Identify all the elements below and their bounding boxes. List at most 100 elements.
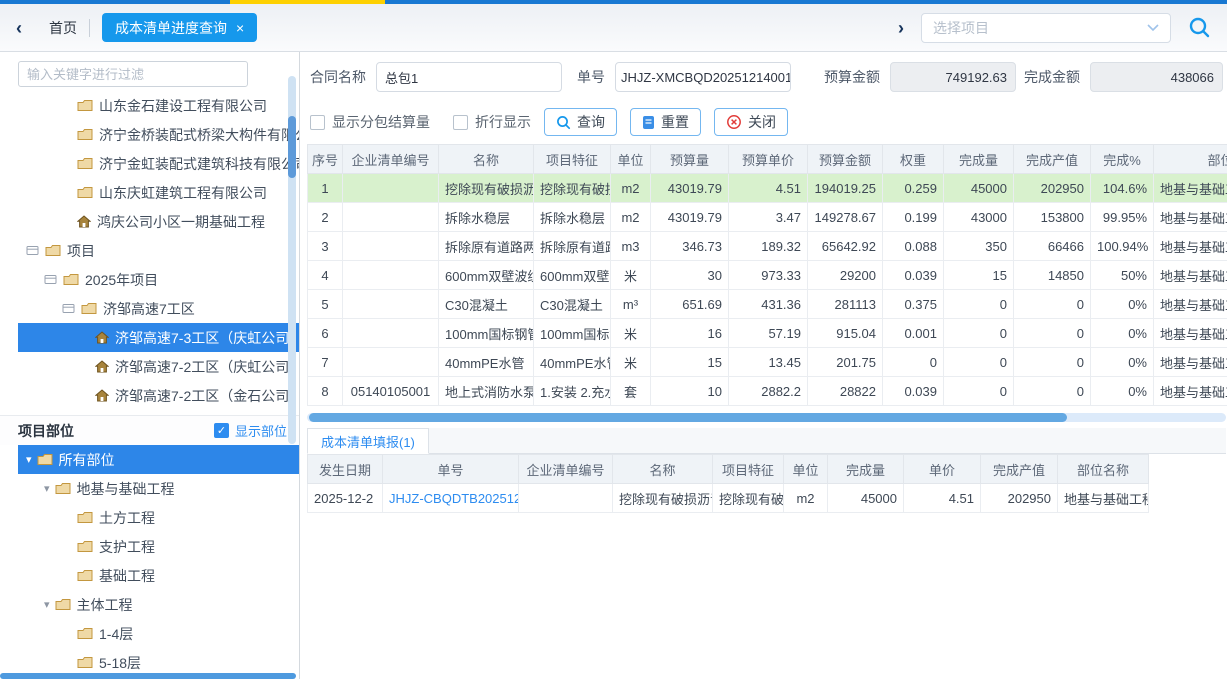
table-cell: 地基与基础工程	[1154, 261, 1227, 290]
table-cell: 0.001	[883, 319, 944, 348]
tree-item[interactable]: 济邹高速7-2工区（庆虹公司）	[18, 352, 299, 381]
tab-home[interactable]: 首页	[49, 18, 77, 38]
column-header: 企业清单编号	[519, 455, 613, 484]
table-cell: 99.95%	[1091, 203, 1154, 232]
table-cell: 40mmPE水管	[439, 348, 534, 377]
tab-cost-list-fill[interactable]: 成本清单填报(1)	[307, 428, 429, 454]
tree-item[interactable]: 济邹高速7-2工区（金石公司）	[18, 381, 299, 410]
close-circle-icon	[726, 114, 742, 130]
tree-item-label: 济邹高速7-2工区（金石公司）	[115, 386, 299, 406]
search-button[interactable]	[1188, 16, 1211, 39]
query-button[interactable]: 查询	[544, 108, 617, 136]
sidebar-scrollbar-thumb[interactable]	[288, 116, 296, 178]
tree-item[interactable]: 济宁金桥装配式桥梁大构件有限公司	[18, 120, 299, 149]
table-cell: 4.51	[729, 174, 808, 203]
tree-item[interactable]: 济邹高速7-3工区（庆虹公司）	[18, 323, 299, 352]
project-select[interactable]: 选择项目	[921, 13, 1171, 43]
table-cell: 拆除水稳层	[439, 203, 534, 232]
table-cell: 202950	[981, 484, 1058, 513]
table-row[interactable]: 1挖除现有破损沥青挖除现有破损m243019.794.51194019.250.…	[308, 174, 1227, 203]
table-cell: 201.75	[808, 348, 883, 377]
reset-button[interactable]: 重置	[630, 108, 701, 136]
table-row[interactable]: 740mmPE水管40mmPE水管米1513.45201.750000%地基与基…	[308, 348, 1227, 377]
close-button[interactable]: 关闭	[714, 108, 788, 136]
caret-down-icon[interactable]: ▾	[44, 482, 50, 495]
tree-item[interactable]: 1-4层	[18, 619, 299, 648]
show-parts-toggle[interactable]: ✓ 显示部位	[214, 421, 287, 440]
table-cell: 0.039	[883, 261, 944, 290]
table-row[interactable]: 2025-12-2JHJZ-CBQDTB202512挖除现有破损沥青挖除现有破损…	[308, 484, 1149, 513]
tree-item-label: 济宁金桥装配式桥梁大构件有限公司	[99, 125, 299, 145]
table-cell	[519, 484, 613, 513]
caret-down-icon[interactable]: ▾	[26, 453, 32, 466]
doc-no-field[interactable]: JHJZ-XMCBQD20251214001	[615, 62, 791, 92]
tree-item-label: 山东金石建设工程有限公司	[99, 96, 267, 116]
table-cell: 0	[1014, 348, 1091, 377]
show-subpackage-checkbox[interactable]	[310, 115, 325, 130]
main-table-container: 序号企业清单编号名称项目特征单位预算量预算单价预算金额权重完成量完成产值完成%部…	[307, 144, 1227, 406]
org-project-tree: 山东金石建设工程有限公司济宁金桥装配式桥梁大构件有限公司济宁金虹装配式建筑科技有…	[18, 91, 299, 410]
tree-item[interactable]: 山东庆虹建筑工程有限公司	[18, 178, 299, 207]
table-cell: 16	[651, 319, 729, 348]
table-cell: 6	[308, 319, 343, 348]
tree-item[interactable]: 济邹高速7工区	[18, 294, 299, 323]
wrap-lines-checkbox[interactable]	[453, 115, 468, 130]
show-parts-checkbox[interactable]: ✓	[214, 423, 229, 438]
tab-cost-list-progress[interactable]: 成本清单进度查询 ×	[102, 13, 257, 42]
tree-item-label: 5-18层	[99, 653, 141, 673]
folder-icon	[77, 627, 93, 640]
tree-item-label: 基础工程	[99, 566, 155, 586]
scroll-tabs-right-icon[interactable]: ›	[898, 19, 904, 37]
table-cell	[343, 348, 439, 377]
main-table-horizontal-scrollbar[interactable]	[307, 413, 1226, 422]
table-cell: 50%	[1091, 261, 1154, 290]
table-row[interactable]: 4600mm双壁波纹管600mm双壁波米30973.33292000.03915…	[308, 261, 1227, 290]
expander-icon[interactable]	[62, 303, 75, 314]
column-header: 预算量	[651, 145, 729, 174]
sidebar-vertical-scrollbar[interactable]	[288, 76, 296, 444]
column-header: 单价	[904, 455, 981, 484]
scroll-tabs-left-icon[interactable]: ‹	[16, 19, 22, 37]
column-header: 企业清单编号	[343, 145, 439, 174]
tree-item-label: 2025年项目	[85, 270, 158, 290]
tree-item-label: 地基与基础工程	[77, 479, 175, 499]
table-row[interactable]: 5C30混凝土C30混凝土m³651.69431.362811130.37500…	[308, 290, 1227, 319]
contract-name-label: 合同名称	[310, 67, 366, 87]
tree-item[interactable]: 土方工程	[18, 503, 299, 532]
expander-icon[interactable]	[26, 245, 39, 256]
contract-name-field[interactable]: 总包1	[376, 62, 562, 92]
table-row[interactable]: 2拆除水稳层拆除水稳层m243019.793.47149278.670.1994…	[308, 203, 1227, 232]
table-cell: 3	[308, 232, 343, 261]
table-cell: 0.375	[883, 290, 944, 319]
folder-icon	[77, 157, 93, 170]
tree-item[interactable]: 支护工程	[18, 532, 299, 561]
tree-filter-input[interactable]	[18, 61, 248, 87]
table-row[interactable]: 805140105001地上式消防水泵接1.安装 2.充水套102882.228…	[308, 377, 1227, 406]
folder-icon	[77, 99, 93, 112]
tab-close-icon[interactable]: ×	[236, 21, 244, 35]
table-row[interactable]: 6100mm国标钢管100mm国标钢米1657.19915.040.001000…	[308, 319, 1227, 348]
tree-item[interactable]: 济宁金虹装配式建筑科技有限公司	[18, 149, 299, 178]
tree-item[interactable]: ▾所有部位	[18, 445, 299, 474]
sidebar-horizontal-scrollbar[interactable]	[0, 673, 296, 679]
caret-down-icon[interactable]: ▾	[44, 598, 50, 611]
folder-icon	[55, 482, 71, 495]
column-header: 序号	[308, 145, 343, 174]
expander-icon[interactable]	[44, 274, 57, 285]
tree-item-label: 山东庆虹建筑工程有限公司	[99, 183, 267, 203]
main-panel: 合同名称 总包1 单号 JHJZ-XMCBQD20251214001 预算金额 …	[300, 52, 1227, 679]
budget-amount-label: 预算金额	[824, 67, 880, 87]
doc-no-link[interactable]: JHJZ-CBQDTB202512	[389, 491, 519, 506]
tree-item-label: 鸿庆公司小区一期基础工程	[97, 212, 265, 232]
main-scrollbar-thumb[interactable]	[309, 413, 1067, 422]
table-cell: 153800	[1014, 203, 1091, 232]
tree-item[interactable]: ▾ 地基与基础工程	[18, 474, 299, 503]
tree-item[interactable]: ▾主体工程	[18, 590, 299, 619]
table-row[interactable]: 3拆除原有道路两侧拆除原有道路m3346.73189.3265642.920.0…	[308, 232, 1227, 261]
tree-item[interactable]: 山东金石建设工程有限公司	[18, 91, 299, 120]
tree-item[interactable]: 2025年项目	[18, 265, 299, 294]
table-cell: m2	[784, 484, 828, 513]
tree-item[interactable]: 鸿庆公司小区一期基础工程	[18, 207, 299, 236]
tree-item[interactable]: 基础工程	[18, 561, 299, 590]
tree-item[interactable]: 项目	[18, 236, 299, 265]
